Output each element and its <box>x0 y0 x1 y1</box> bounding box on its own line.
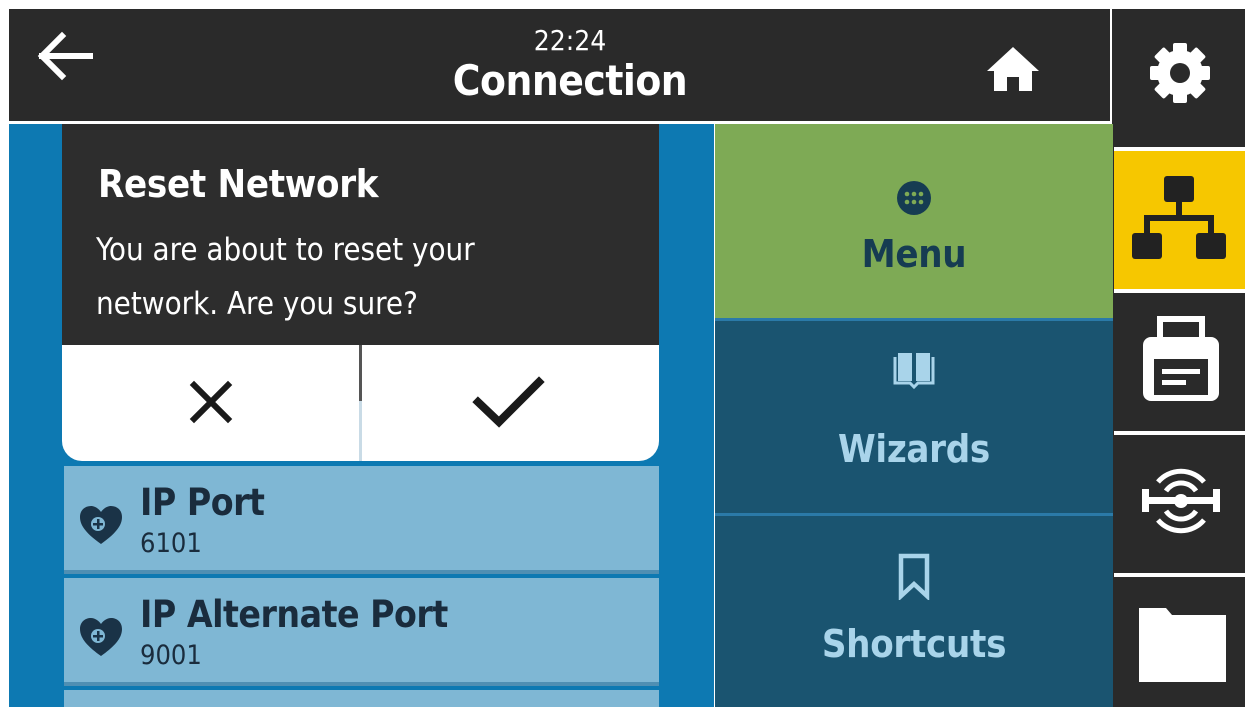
clock: 22:24 <box>533 24 607 57</box>
dialog-title: Reset Network <box>98 162 379 206</box>
rail-print[interactable] <box>1114 291 1245 431</box>
list-item-value: 6101 <box>140 528 202 559</box>
rail-network[interactable] <box>1114 149 1245 289</box>
list-item-partial[interactable] <box>64 690 659 707</box>
heart-plus-icon <box>80 618 122 656</box>
rail-storage[interactable] <box>1114 575 1245 707</box>
gear-icon <box>1150 43 1210 103</box>
book-icon <box>893 353 935 390</box>
rail-divider <box>1114 147 1245 151</box>
rail-divider <box>1114 573 1245 577</box>
dialog-message-line2: network. Are you sure? <box>96 286 418 322</box>
folder-icon <box>1139 608 1226 682</box>
list-item-ip-port[interactable]: IP Port 6101 <box>64 466 659 574</box>
menu-button[interactable]: Menu <box>715 124 1113 318</box>
panel-divider <box>715 318 1113 321</box>
rail-rfid[interactable] <box>1114 433 1245 573</box>
wizards-button[interactable]: Wizards <box>715 321 1113 513</box>
confirm-button[interactable] <box>362 345 659 461</box>
rail-divider <box>1114 289 1245 293</box>
page-title: Connection <box>452 56 688 105</box>
cancel-button[interactable] <box>62 345 359 461</box>
heart-plus-icon <box>80 506 122 544</box>
checkmark-icon <box>472 376 545 428</box>
wizards-label: Wizards <box>838 427 990 471</box>
close-icon <box>189 380 233 424</box>
dialog-message-line1: You are about to reset your <box>96 232 475 268</box>
list-item-value: 9001 <box>140 640 202 671</box>
menu-grid-icon <box>897 181 931 215</box>
list-item-name: IP Alternate Port <box>140 593 448 636</box>
rail-settings[interactable] <box>1114 9 1245 147</box>
panel-divider <box>715 513 1113 516</box>
shortcuts-label: Shortcuts <box>821 622 1007 666</box>
reset-network-dialog: Reset Network You are about to reset you… <box>62 124 659 461</box>
rail-divider <box>1114 431 1245 435</box>
shortcuts-button[interactable]: Shortcuts <box>715 516 1113 707</box>
list-item-name: IP Port <box>140 481 265 524</box>
list-item-ip-alternate-port[interactable]: IP Alternate Port 9001 <box>64 578 659 686</box>
back-arrow-icon[interactable] <box>36 31 96 81</box>
menu-label: Menu <box>861 232 967 276</box>
network-icon <box>1132 176 1226 259</box>
dialog-header: Reset Network You are about to reset you… <box>62 124 659 345</box>
printer-icon <box>1143 316 1219 401</box>
rfid-icon <box>1142 468 1220 534</box>
home-icon[interactable] <box>984 44 1042 94</box>
bookmark-icon <box>898 553 930 600</box>
